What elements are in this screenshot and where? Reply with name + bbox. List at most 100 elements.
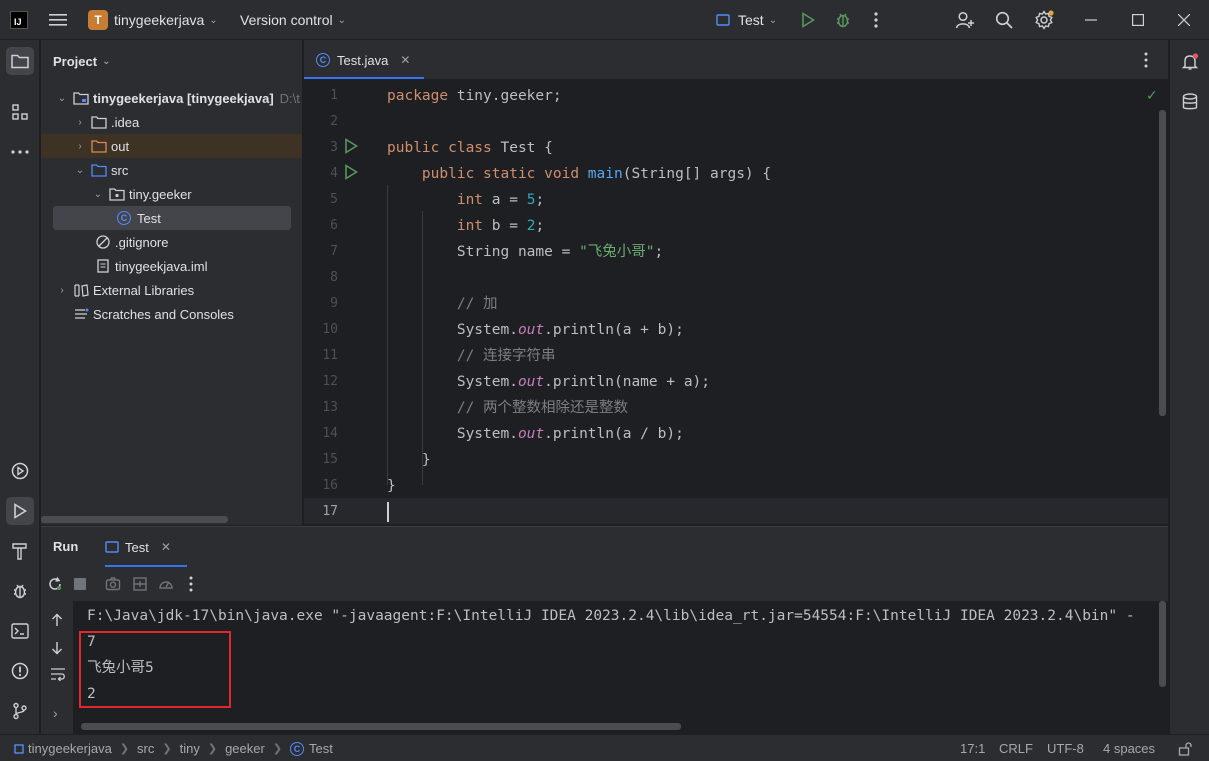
- breadcrumb-item[interactable]: Test: [309, 741, 333, 756]
- horizontal-scrollbar[interactable]: [41, 516, 228, 523]
- minimize-button[interactable]: [1085, 0, 1097, 40]
- soft-wrap-button[interactable]: [50, 667, 66, 684]
- tree-label: tinygeekerjava [tinygeekjava]: [93, 90, 274, 106]
- text-caret: [387, 502, 389, 522]
- line-number: 7: [330, 244, 338, 259]
- terminal-tool-button[interactable]: [6, 617, 34, 645]
- arrow-down-icon: [52, 642, 62, 655]
- more-options-button[interactable]: [188, 576, 194, 595]
- chevron-down-icon: ⌄: [57, 92, 67, 104]
- indent-setting[interactable]: 4 spaces: [1103, 735, 1155, 761]
- class-icon: C: [117, 211, 131, 225]
- chevron-down-icon: ⌄: [102, 55, 111, 67]
- tree-label: Test: [137, 210, 161, 226]
- version-control-menu[interactable]: Version control ⌄: [240, 0, 346, 40]
- maximize-button[interactable]: [1132, 0, 1144, 40]
- run-tool-button[interactable]: [6, 497, 34, 525]
- breadcrumb-item[interactable]: tiny: [180, 741, 200, 756]
- scroll-down-button[interactable]: [51, 641, 63, 658]
- tab-options-button[interactable]: [1143, 52, 1149, 71]
- debug-tool-button[interactable]: [6, 577, 34, 605]
- run-tab-test[interactable]: Test ✕: [105, 527, 171, 567]
- code-with-me-button[interactable]: [955, 0, 975, 40]
- module-icon: [14, 743, 24, 754]
- settings-button[interactable]: [1034, 0, 1054, 40]
- restore-layout-button[interactable]: [132, 576, 148, 595]
- search-button[interactable]: [995, 0, 1013, 40]
- project-panel: Project ⌄ ⌄ tinygeekerjava [tinygeekjava…: [41, 40, 303, 525]
- stop-button[interactable]: [74, 578, 86, 590]
- chevron-right-icon[interactable]: ›: [53, 705, 58, 721]
- caret-position[interactable]: 17:1: [960, 735, 985, 761]
- editor-vertical-scrollbar[interactable]: [1159, 110, 1166, 416]
- breadcrumb-item[interactable]: geeker: [225, 741, 265, 756]
- file-encoding[interactable]: UTF-8: [1047, 735, 1084, 761]
- services-tool-button[interactable]: [6, 457, 34, 485]
- tree-item-external-libraries[interactable]: › External Libraries: [41, 278, 302, 302]
- tree-item-scratches[interactable]: Scratches and Consoles: [41, 302, 302, 326]
- more-actions-button[interactable]: [873, 0, 879, 40]
- main-menu-button[interactable]: [49, 0, 67, 40]
- arrow-up-icon: [52, 613, 62, 626]
- console-horizontal-scrollbar[interactable]: [81, 723, 681, 730]
- gauge-icon: [159, 581, 173, 589]
- structure-tool-button[interactable]: [6, 98, 34, 126]
- run-toolbar: [41, 567, 1168, 601]
- project-tool-button[interactable]: [6, 47, 34, 75]
- tree-item-project-root[interactable]: ⌄ tinygeekerjava [tinygeekjava] D:\t: [41, 86, 302, 110]
- module-folder-icon: [73, 91, 89, 105]
- run-gutter-icon[interactable]: [344, 138, 359, 157]
- tree-item-idea[interactable]: › .idea: [41, 110, 302, 134]
- line-separator[interactable]: CRLF: [999, 735, 1033, 761]
- code-line: int b = 2;: [456, 218, 545, 234]
- tree-item-package[interactable]: ⌄ tiny.geeker: [41, 182, 302, 206]
- notifications-button[interactable]: [1176, 48, 1204, 76]
- git-tool-button[interactable]: [6, 697, 34, 725]
- close-tab-icon[interactable]: ✕: [161, 540, 171, 554]
- class-icon: C: [316, 53, 330, 67]
- editor-tab-test-java[interactable]: C Test.java ✕: [304, 40, 424, 80]
- tree-item-src[interactable]: ⌄ src: [41, 158, 302, 182]
- project-panel-header[interactable]: Project ⌄: [41, 40, 302, 82]
- breadcrumb-item[interactable]: tinygeekerjava: [28, 741, 112, 756]
- chevron-right-icon: ❯: [119, 743, 130, 755]
- profiler-button[interactable]: [158, 576, 174, 595]
- code-editor: C Test.java ✕ 1 2 3 4 5 6 7 8 9 10 11 12 13 14 15 16 17 …: [304, 40, 1168, 525]
- run-panel-header: Run Test ✕: [41, 527, 1168, 567]
- scroll-up-button[interactable]: [51, 613, 63, 630]
- line-number: 13: [322, 400, 338, 415]
- code-line: // 加: [456, 296, 498, 312]
- run-config-selector[interactable]: Test ⌄: [716, 0, 777, 40]
- tree-label: External Libraries: [93, 282, 195, 298]
- console-vertical-scrollbar[interactable]: [1159, 601, 1166, 687]
- breadcrumb-item[interactable]: src: [137, 741, 154, 756]
- problems-tool-button[interactable]: [6, 657, 34, 685]
- more-tools-button[interactable]: [6, 138, 34, 166]
- screenshot-button[interactable]: [105, 576, 121, 595]
- line-number: 9: [330, 296, 338, 311]
- close-window-button[interactable]: [1178, 0, 1190, 40]
- run-button[interactable]: [801, 0, 815, 40]
- run-gutter-icon[interactable]: [344, 164, 359, 183]
- layout-icon: [133, 577, 147, 591]
- tree-item-iml[interactable]: tinygeekjava.iml: [41, 254, 302, 278]
- database-tool-button[interactable]: [1176, 88, 1204, 116]
- structure-icon: [12, 104, 28, 120]
- chevron-down-icon: ⌄: [93, 188, 103, 200]
- readonly-toggle[interactable]: [1178, 735, 1192, 761]
- project-switcher[interactable]: T tinygeekerjava ⌄: [88, 0, 218, 40]
- source-folder-icon: [91, 163, 107, 177]
- code-line: String name = "飞兔小哥";: [387, 244, 664, 260]
- tree-item-out[interactable]: › out: [41, 134, 302, 158]
- console-output[interactable]: › F:\Java\jdk-17\bin\java.exe "-javaagen…: [41, 601, 1168, 735]
- rerun-button[interactable]: [47, 576, 63, 595]
- debug-button[interactable]: [834, 0, 852, 40]
- tree-label: .gitignore: [115, 234, 169, 250]
- tree-item-gitignore[interactable]: .gitignore: [41, 230, 302, 254]
- project-badge: T: [88, 10, 108, 30]
- code-line: public static void main(String[] args) {: [421, 166, 772, 182]
- inspection-ok-icon[interactable]: ✓: [1146, 87, 1158, 104]
- build-tool-button[interactable]: [6, 537, 34, 565]
- tree-item-test-class[interactable]: C Test: [53, 206, 291, 230]
- close-tab-icon[interactable]: ✕: [400, 53, 410, 67]
